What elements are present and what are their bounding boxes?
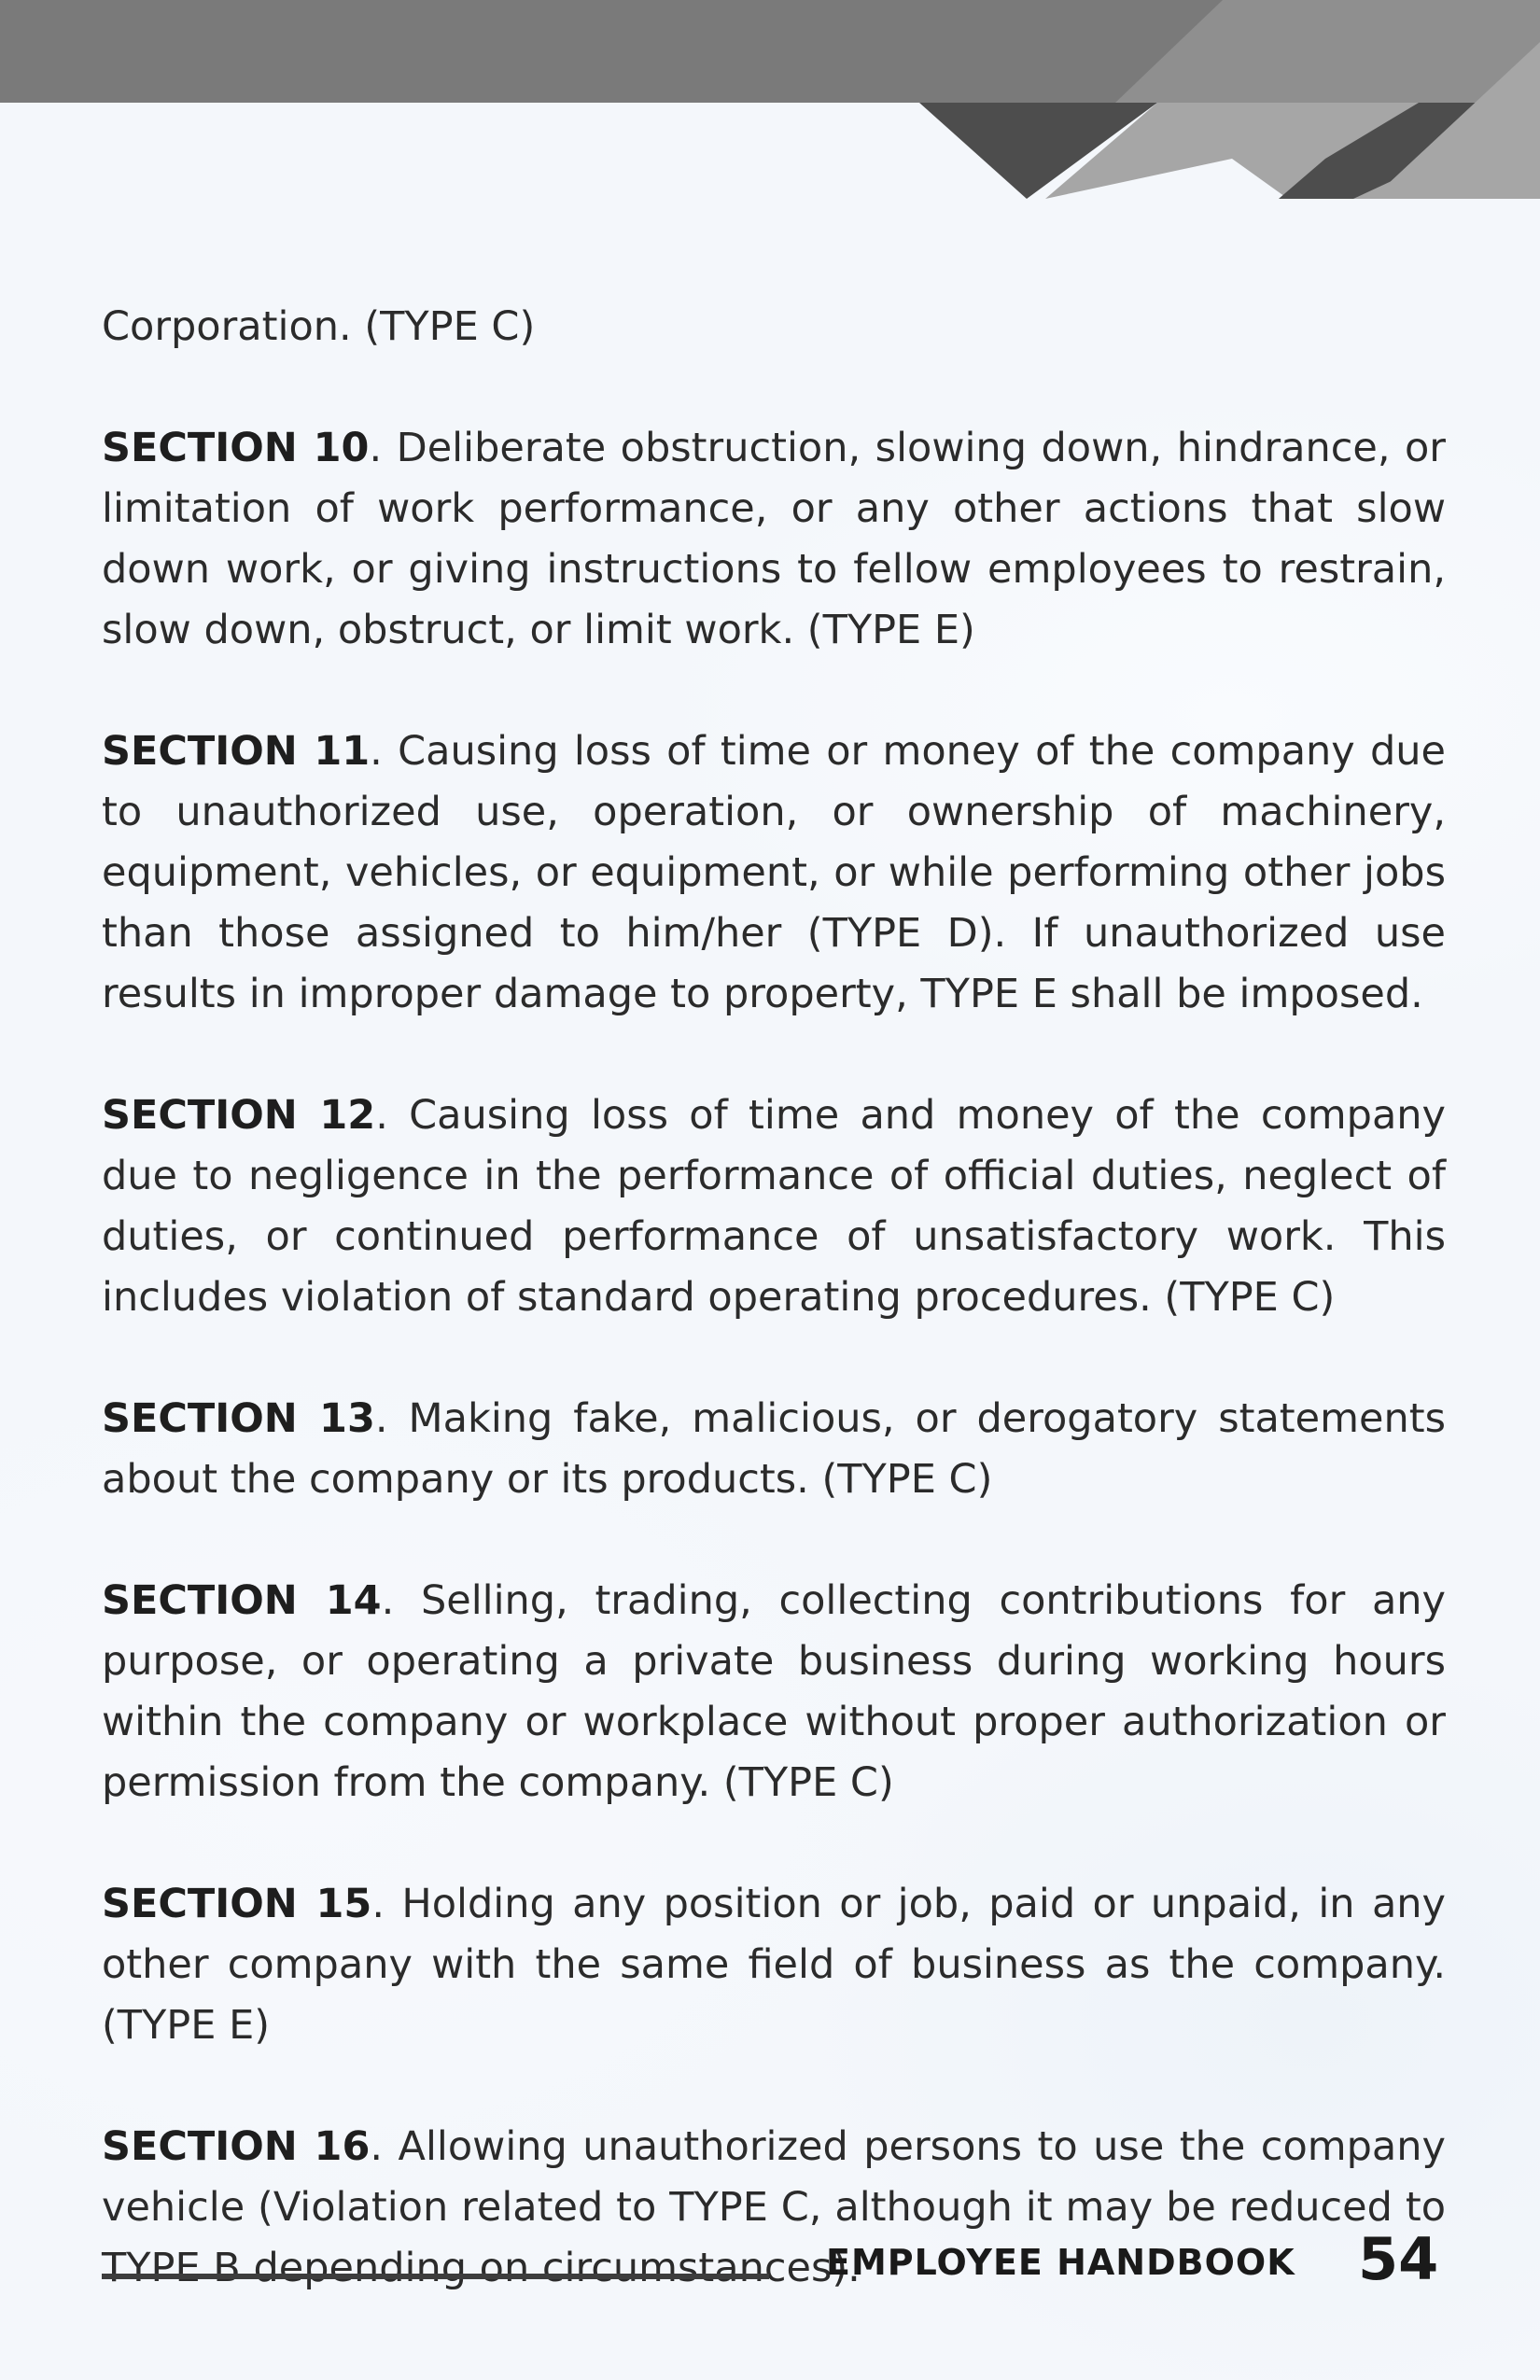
- continuation-text: Corporation. (TYPE C): [102, 303, 536, 350]
- section-title: SECTION 15: [102, 1881, 372, 1927]
- section-12: SECTION 12. Causing loss of time and mon…: [102, 1085, 1446, 1328]
- section-title: SECTION 12: [102, 1092, 376, 1139]
- section-title: SECTION 10: [102, 425, 370, 471]
- page-number: 54: [1358, 2225, 1439, 2293]
- section-15: SECTION 15. Holding any position or job,…: [102, 1874, 1446, 2056]
- section-13: SECTION 13. Making fake, malicious, or d…: [102, 1389, 1446, 1510]
- section-title: SECTION 16: [102, 2123, 371, 2170]
- footer-handbook-title: EMPLOYEE HANDBOOK: [826, 2242, 1295, 2283]
- document-body: Corporation. (TYPE C) SECTION 10. Delibe…: [102, 297, 1446, 2359]
- header-decoration: [0, 0, 1540, 199]
- footer-divider: [102, 2274, 769, 2279]
- section-11: SECTION 11. Causing loss of time or mone…: [102, 721, 1446, 1025]
- section-title: SECTION 13: [102, 1395, 375, 1442]
- section-10: SECTION 10. Deliberate obstruction, slow…: [102, 418, 1446, 661]
- section-title: SECTION 11: [102, 728, 371, 775]
- section-title: SECTION 14: [102, 1577, 382, 1624]
- section-14: SECTION 14. Selling, trading, collecting…: [102, 1571, 1446, 1813]
